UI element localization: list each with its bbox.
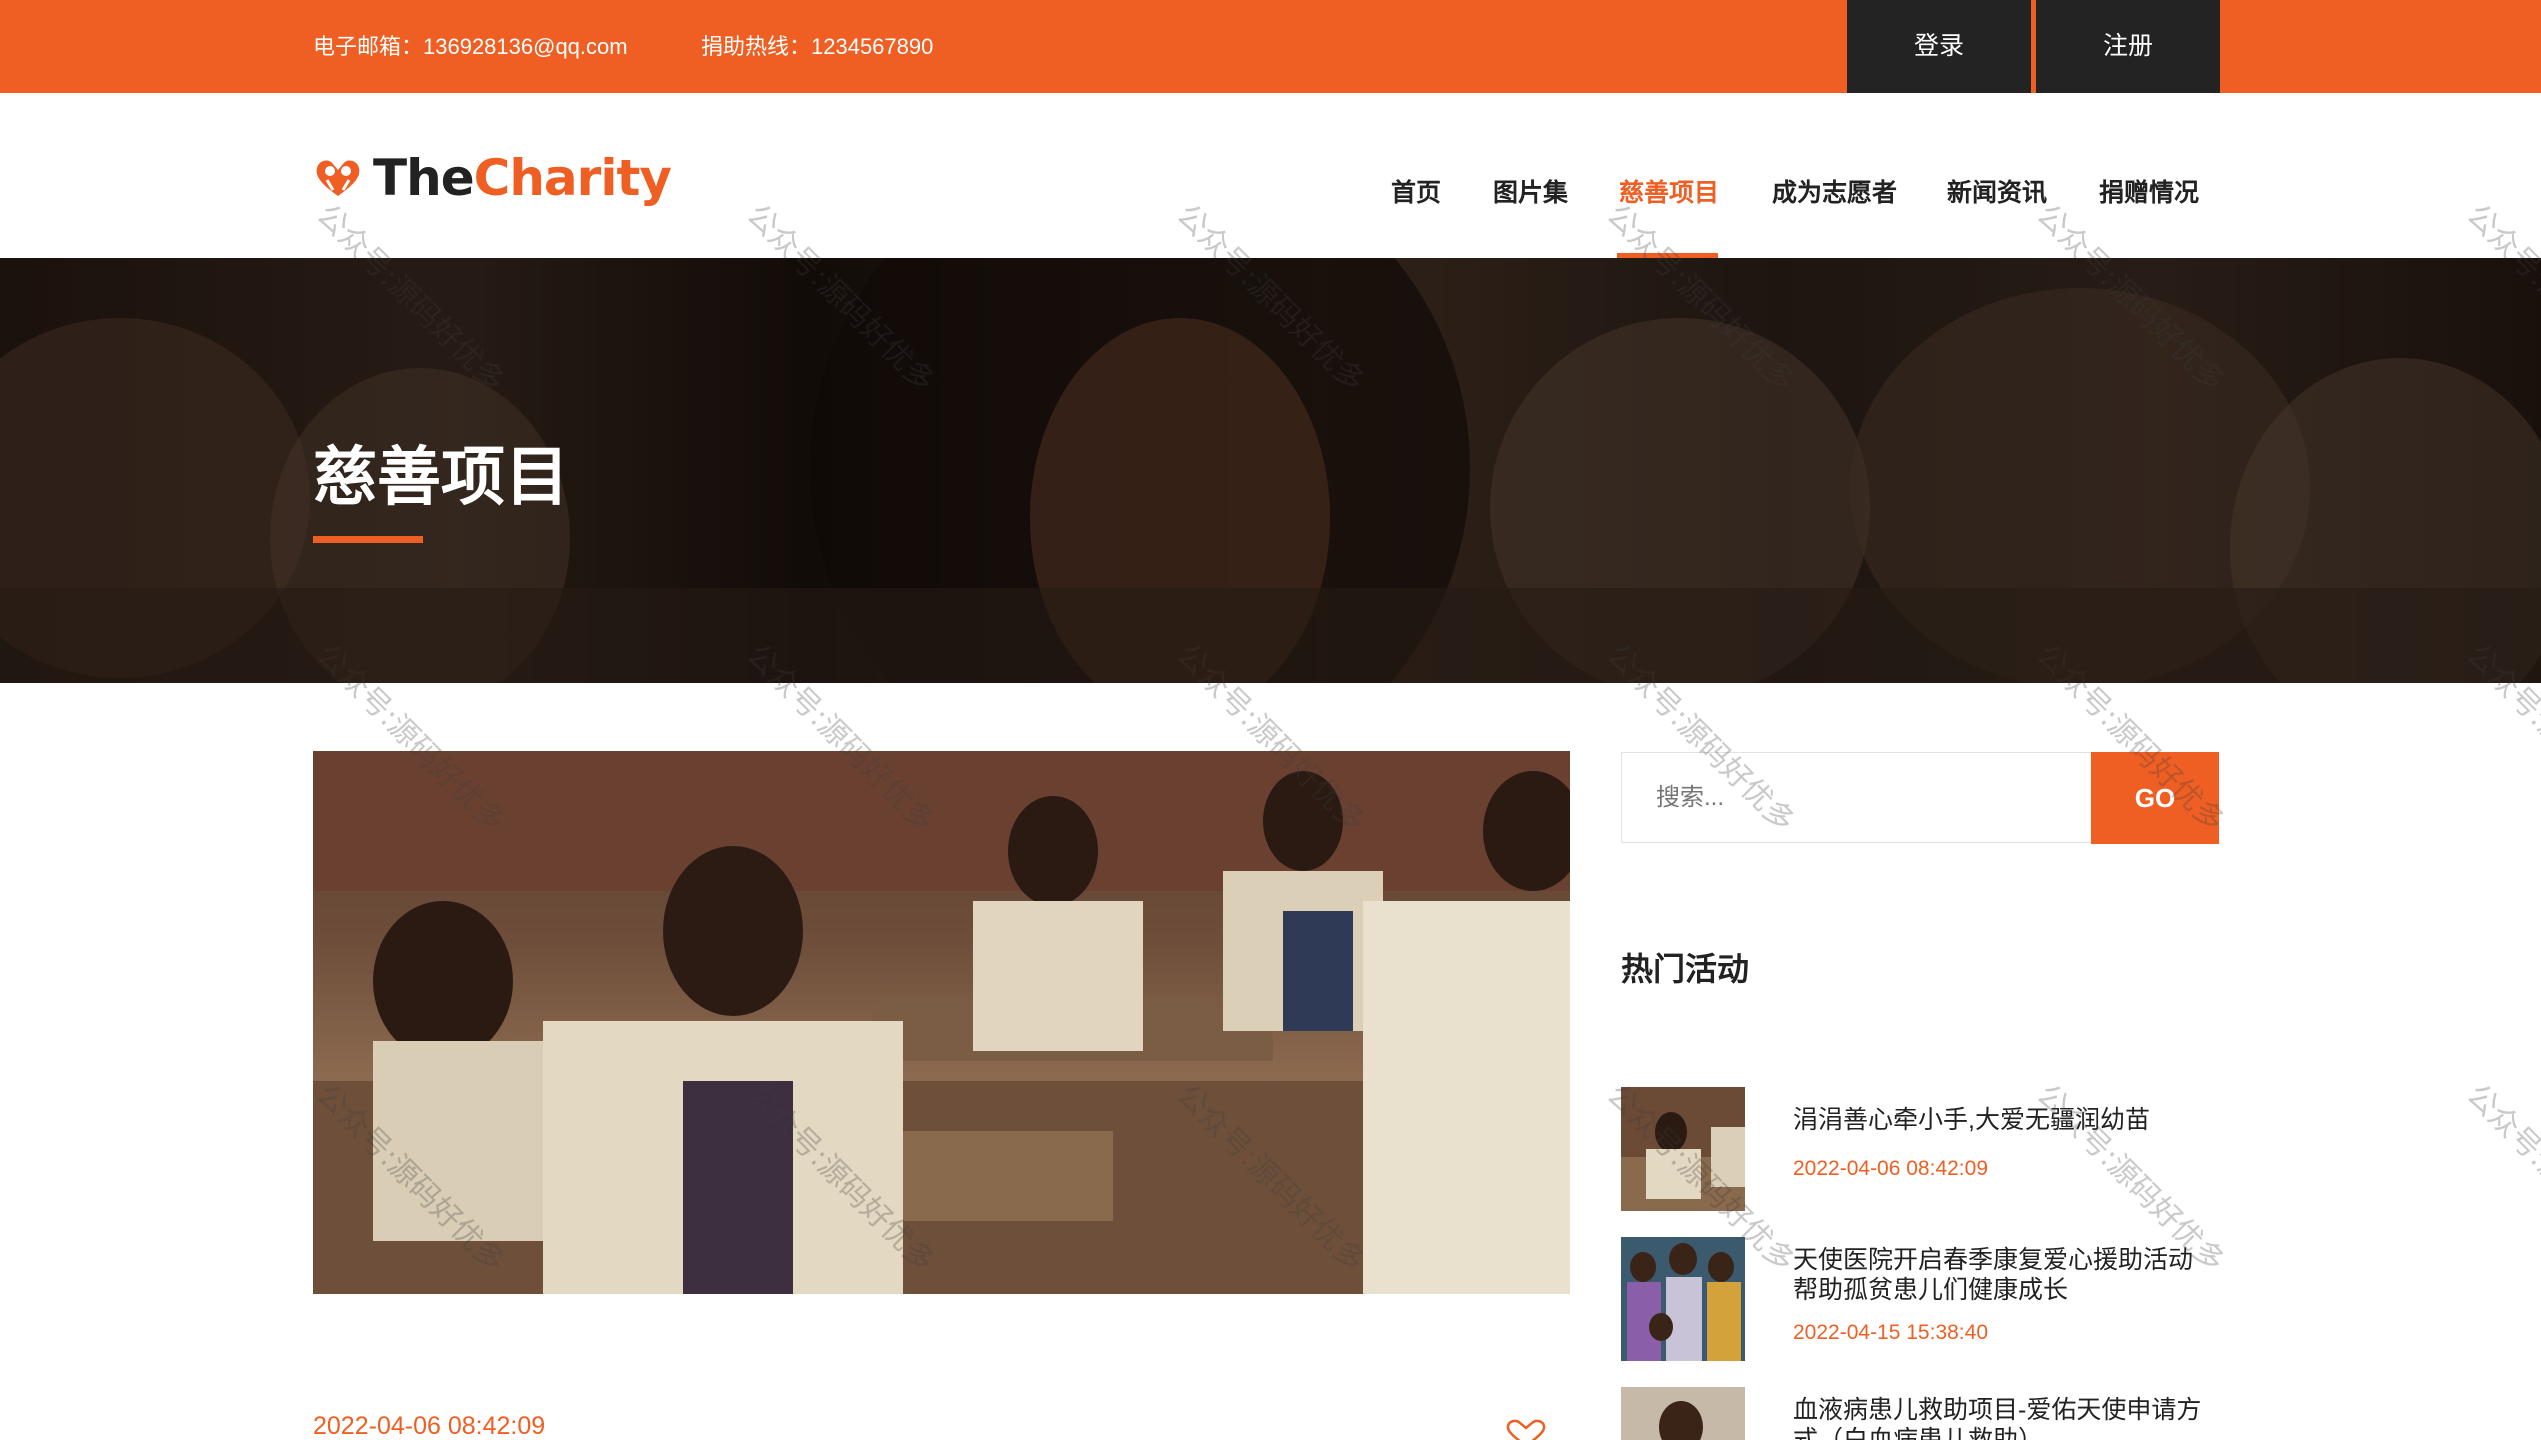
search-go-button[interactable]: GO xyxy=(2091,752,2219,844)
contact-email: 电子邮箱：136928136@qq.com xyxy=(313,34,628,59)
activity-title[interactable]: 涓涓善心牵小手,大爱无疆润幼苗 xyxy=(1793,1105,2221,1135)
top-bar: 电子邮箱：136928136@qq.com 捐助热线：1234567890 登录… xyxy=(0,0,2541,93)
nav-volunteer[interactable]: 成为志愿者 xyxy=(1772,173,1897,209)
post-date: 2022-04-06 08:42:09 xyxy=(313,1412,546,1440)
site-logo[interactable]: The Charity xyxy=(313,148,672,208)
activity-thumbnail[interactable] xyxy=(1621,1237,1745,1361)
contact-hotline: 捐助热线：1234567890 xyxy=(701,34,934,59)
project-image xyxy=(313,751,1570,1294)
activity-item[interactable]: 涓涓善心牵小手,大爱无疆润幼苗 2022-04-06 08:42:09 xyxy=(1621,1087,2221,1211)
activity-thumbnail[interactable] xyxy=(1621,1387,1745,1440)
nav-projects[interactable]: 慈善项目 xyxy=(1619,173,1719,209)
activity-title[interactable]: 血液病患儿救助项目-爱佑天使申请方式（白血病患儿救助） xyxy=(1793,1395,2221,1440)
classroom-photo xyxy=(313,751,1570,1294)
logo-text-the: The xyxy=(373,149,475,207)
watermark: 公众号:源码好优多 xyxy=(2459,1077,2541,1280)
activity-item[interactable]: 天使医院开启春季康复爱心援助活动 帮助孤贫患儿们健康成长 2022-04-15 … xyxy=(1621,1237,2221,1361)
activity-title[interactable]: 天使医院开启春季康复爱心援助活动 帮助孤贫患儿们健康成长 xyxy=(1793,1245,2221,1305)
page-title: 慈善项目 xyxy=(313,441,569,513)
search-input[interactable] xyxy=(1622,753,2091,842)
register-button[interactable]: 注册 xyxy=(2036,0,2220,93)
login-button[interactable]: 登录 xyxy=(1847,0,2031,93)
nav-news[interactable]: 新闻资讯 xyxy=(1947,173,2047,209)
logo-text-charity: Charity xyxy=(473,149,672,207)
nav-gallery[interactable]: 图片集 xyxy=(1493,173,1568,209)
heart-icon[interactable] xyxy=(1503,1418,1549,1440)
hot-activities-title: 热门活动 xyxy=(1621,951,1750,987)
search-box xyxy=(1621,752,2092,843)
activity-date: 2022-04-15 15:38:40 xyxy=(1793,1321,1988,1344)
heart-hands-icon xyxy=(313,156,363,200)
title-underline xyxy=(313,536,423,543)
page-banner: 慈善项目 xyxy=(0,258,2541,683)
activity-thumbnail[interactable] xyxy=(1621,1087,1745,1211)
nav-home[interactable]: 首页 xyxy=(1391,173,1441,209)
nav-donations[interactable]: 捐赠情况 xyxy=(2099,173,2199,209)
site-header: The Charity 首页 图片集 慈善项目 成为志愿者 新闻资讯 捐赠情况 xyxy=(0,93,2541,258)
activity-date: 2022-04-06 08:42:09 xyxy=(1793,1157,1988,1180)
activity-item[interactable]: 血液病患儿救助项目-爱佑天使申请方式（白血病患儿救助） xyxy=(1621,1387,2221,1440)
